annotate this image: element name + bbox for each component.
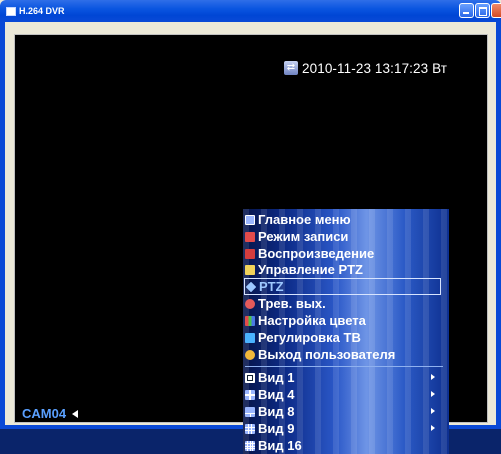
view-4-icon bbox=[245, 389, 255, 400]
menu-item-view-1[interactable]: Вид 1 bbox=[245, 369, 445, 386]
app-icon bbox=[6, 7, 16, 16]
menu-item-logout[interactable]: Выход пользователя bbox=[245, 346, 445, 363]
ptz-icon bbox=[245, 281, 257, 292]
menu-item-label: Трев. вых. bbox=[258, 296, 326, 311]
submenu-arrow-icon bbox=[431, 425, 435, 431]
title-bar[interactable]: H.264 DVR bbox=[0, 0, 501, 22]
record-mode-icon bbox=[245, 231, 255, 242]
menu-item-label: Воспроизведение bbox=[258, 246, 375, 261]
speaker-icon bbox=[72, 409, 79, 418]
menu-item-main-menu[interactable]: Главное меню bbox=[245, 211, 445, 228]
menu-separator bbox=[245, 366, 443, 367]
view-1-icon bbox=[245, 372, 255, 383]
window-frame-right bbox=[496, 22, 501, 429]
dvr-window: H.264 DVR ⇄ 2010-11-23 13:17:23 Вт CAM04… bbox=[0, 0, 501, 454]
menu-item-tv-adjust[interactable]: Регулировка ТВ bbox=[245, 329, 445, 346]
menu-item-view-8[interactable]: Вид 8 bbox=[245, 403, 445, 420]
menu-item-label: Вид 1 bbox=[258, 370, 295, 385]
submenu-arrow-icon bbox=[431, 391, 435, 397]
menu-item-label: Главное меню bbox=[258, 212, 351, 227]
maximize-icon bbox=[479, 7, 487, 16]
view-8-icon bbox=[245, 406, 255, 417]
menu-item-label: Вид 8 bbox=[258, 404, 295, 419]
minimize-icon bbox=[463, 12, 469, 14]
logout-icon bbox=[245, 349, 255, 360]
menu-item-record-mode[interactable]: Режим записи bbox=[245, 228, 445, 245]
menu-item-label: Регулировка ТВ bbox=[258, 330, 361, 345]
playback-icon bbox=[245, 248, 255, 259]
camera-label-text: CAM04 bbox=[22, 406, 67, 421]
menu-item-ptz[interactable]: PTZ bbox=[244, 278, 441, 295]
main-menu-icon bbox=[245, 214, 255, 225]
context-menu: Главное меню Режим записи Воспроизведени… bbox=[243, 209, 449, 454]
refresh-icon: ⇄ bbox=[284, 61, 298, 75]
menu-item-view-4[interactable]: Вид 4 bbox=[245, 386, 445, 403]
datetime-overlay: ⇄ 2010-11-23 13:17:23 Вт bbox=[284, 59, 447, 77]
datetime-text: 2010-11-23 13:17:23 Вт bbox=[302, 60, 448, 76]
submenu-arrow-icon bbox=[431, 408, 435, 414]
color-settings-icon bbox=[245, 315, 255, 326]
ptz-control-icon bbox=[245, 264, 255, 275]
menu-item-label: PTZ bbox=[259, 279, 284, 294]
video-display[interactable]: ⇄ 2010-11-23 13:17:23 Вт CAM04 Главное м… bbox=[14, 34, 488, 454]
camera-label: CAM04 bbox=[22, 406, 79, 421]
view-16-icon bbox=[245, 440, 255, 451]
menu-item-alarm-output[interactable]: Трев. вых. bbox=[245, 295, 445, 312]
window-title: H.264 DVR bbox=[19, 6, 65, 16]
menu-item-view-16[interactable]: Вид 16 bbox=[245, 437, 445, 454]
menu-item-ptz-control[interactable]: Управление PTZ bbox=[245, 261, 445, 278]
menu-item-color-settings[interactable]: Настройка цвета bbox=[245, 312, 445, 329]
menu-item-label: Выход пользователя bbox=[258, 347, 396, 362]
menu-item-playback[interactable]: Воспроизведение bbox=[245, 245, 445, 262]
menu-item-label: Настройка цвета bbox=[258, 313, 366, 328]
alarm-output-icon bbox=[245, 298, 255, 309]
menu-item-label: Вид 4 bbox=[258, 387, 295, 402]
maximize-button[interactable] bbox=[475, 3, 490, 18]
menu-item-label: Вид 16 bbox=[258, 438, 302, 453]
menu-item-label: Управление PTZ bbox=[258, 262, 363, 277]
tv-adjust-icon bbox=[245, 332, 255, 343]
submenu-arrow-icon bbox=[431, 374, 435, 380]
minimize-button[interactable] bbox=[459, 3, 474, 18]
menu-item-label: Режим записи bbox=[258, 229, 349, 244]
close-button[interactable] bbox=[491, 3, 501, 18]
